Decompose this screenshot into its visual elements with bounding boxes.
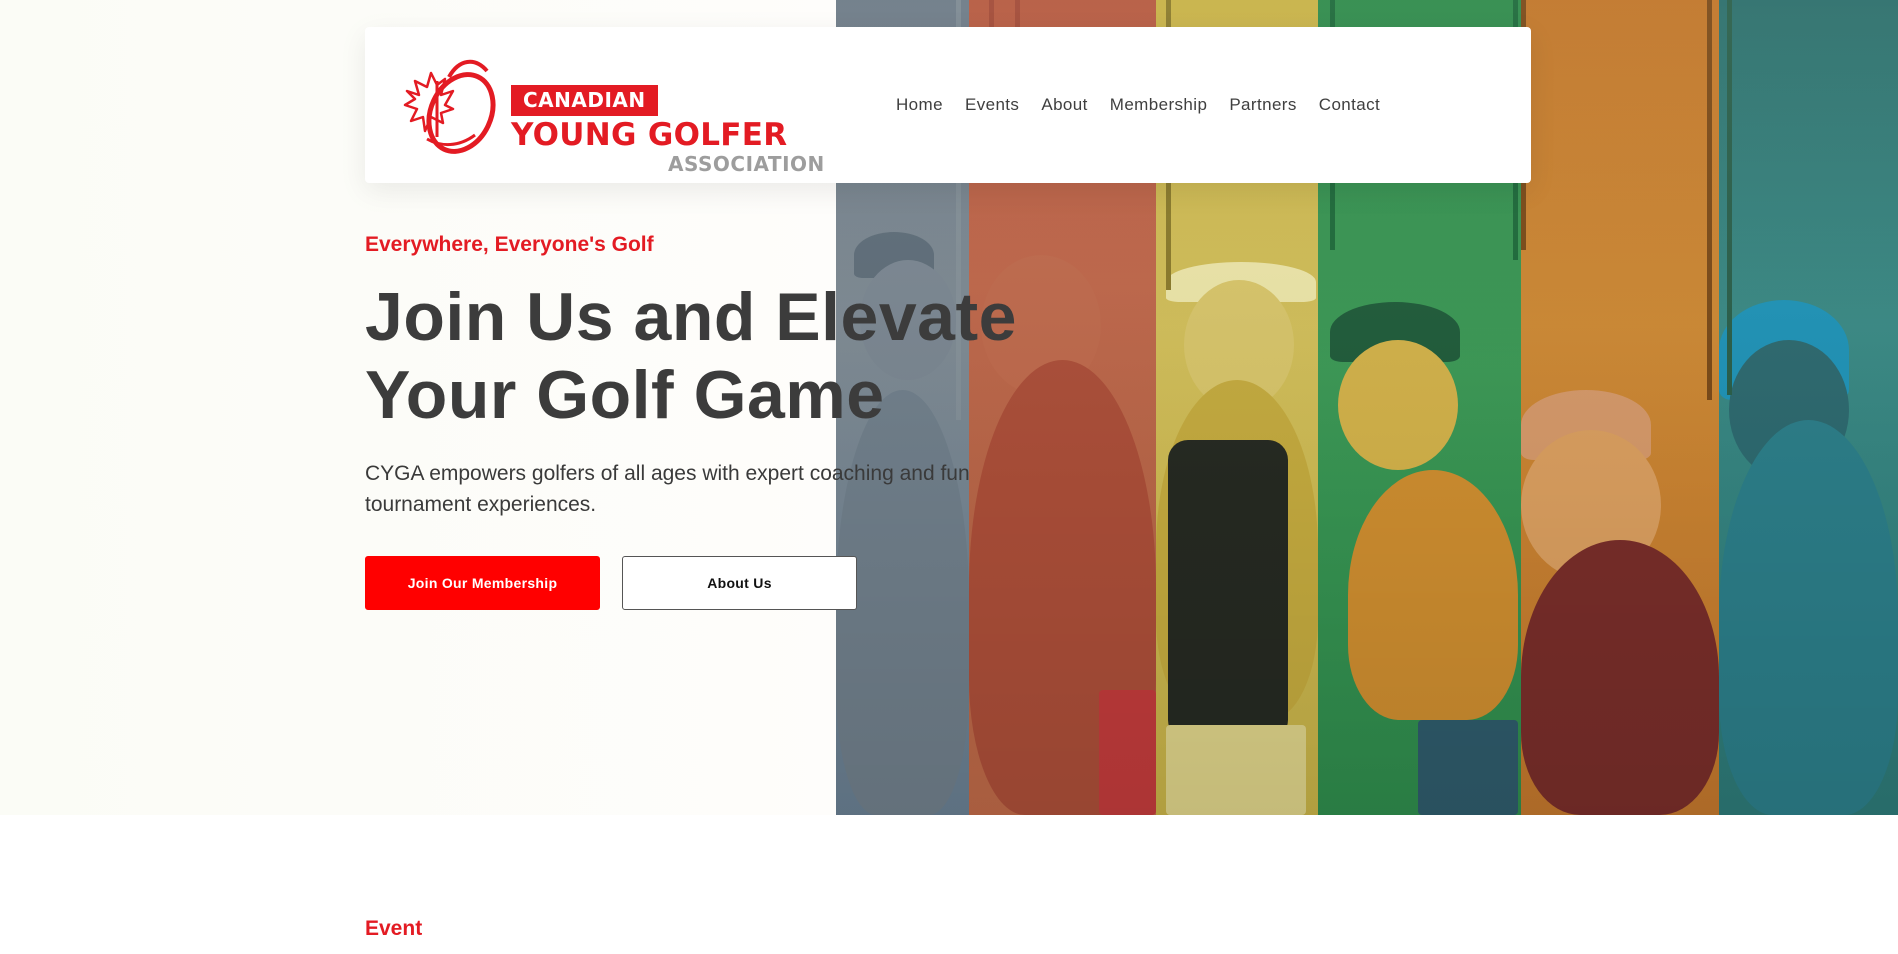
event-section-label: Event (365, 917, 423, 940)
about-us-button[interactable]: About Us (622, 556, 857, 610)
cyga-logo[interactable]: CANADIAN YOUNG GOLFER ASSOCIATION (401, 51, 824, 175)
hero-headline-line-1: Join Us and Elevate (365, 279, 1017, 355)
nav-home[interactable]: Home (885, 93, 954, 117)
nav-contact[interactable]: Contact (1308, 93, 1391, 117)
logo-banner: CANADIAN (511, 85, 658, 116)
hero-content: Everywhere, Everyone's Golf Join Us and … (365, 232, 1065, 610)
logo-subwordmark: ASSOCIATION (668, 152, 825, 176)
hero-headline: Join Us and Elevate Your Golf Game (365, 278, 1065, 434)
nav-about[interactable]: About (1030, 93, 1098, 117)
hero-description: CYGA empowers golfers of all ages with e… (365, 458, 1025, 520)
logo-wordmark: YOUNG GOLFER (511, 117, 788, 153)
maple-leaf-ball-icon (403, 60, 496, 154)
hero-cta-row: Join Our Membership About Us (365, 556, 1065, 610)
join-membership-button[interactable]: Join Our Membership (365, 556, 600, 610)
photo-strip-orange (1521, 0, 1719, 815)
hero-eyebrow: Everywhere, Everyone's Golf (365, 233, 654, 256)
hero-description-line-1: CYGA empowers golfers of all ages with e… (365, 462, 970, 485)
nav-membership[interactable]: Membership (1099, 93, 1219, 117)
site-header: CANADIAN YOUNG GOLFER ASSOCIATION Home E… (365, 27, 1531, 183)
nav-partners[interactable]: Partners (1218, 93, 1307, 117)
hero-description-line-2: tournament experiences. (365, 493, 597, 516)
main-nav: Home Events About Membership Partners Co… (885, 93, 1391, 117)
photo-strip-teal (1719, 0, 1898, 815)
hero-headline-line-2: Your Golf Game (365, 357, 885, 433)
nav-events[interactable]: Events (954, 93, 1030, 117)
